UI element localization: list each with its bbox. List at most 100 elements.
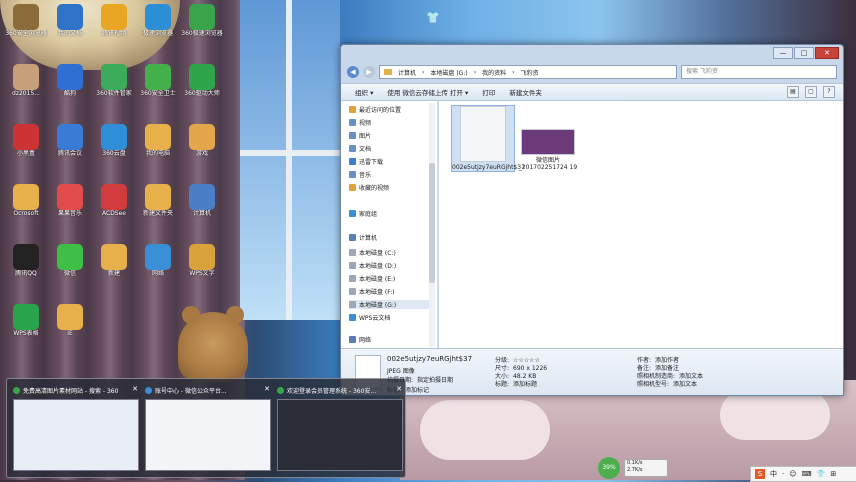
desktop-icon[interactable]: 网络 <box>136 244 180 290</box>
desktop-icon[interactable]: 360驱动大师 <box>180 64 224 110</box>
breadcrumb-current[interactable]: 飞豹资 <box>521 68 539 77</box>
desktop-icon[interactable]: 我的电脑 <box>136 124 180 170</box>
desktop-icon[interactable]: 极速浏览器 <box>136 4 180 50</box>
ime-item[interactable]: S <box>755 469 765 479</box>
nav-item-label: 家庭组 <box>359 211 378 218</box>
preview-title: 免费高清图片素材网站 - 搜索 - 360 <box>13 385 139 395</box>
nav-item[interactable]: 本地磁盘 (E:) <box>349 274 395 283</box>
taskbar-preview-card[interactable]: 免费高清图片素材网站 - 搜索 - 360 ✕ <box>13 385 139 471</box>
nav-item[interactable]: 文档 <box>349 144 371 153</box>
help-icon[interactable]: ? <box>823 86 835 98</box>
nav-item[interactable]: 迅雷下载 <box>349 157 383 166</box>
desktop-icon[interactable]: 腾讯视频 <box>92 4 136 50</box>
desktop-icon[interactable]: 360安全浏览器 <box>4 4 48 50</box>
ime-item[interactable]: ☺ <box>789 470 796 478</box>
desktop-icon[interactable]: 果果音乐 <box>48 184 92 230</box>
nav-scrollbar[interactable] <box>429 103 435 347</box>
desktop-icon[interactable]: Ocrosoft <box>4 184 48 230</box>
nav-item[interactable]: 本地磁盘 (G:) <box>349 300 429 309</box>
system-monitor[interactable]: 39% 0.1K/s 2.7K/s <box>594 456 674 479</box>
details-value[interactable]: 指定拍摄日期 <box>417 377 453 384</box>
app-icon <box>189 124 215 150</box>
nav-item[interactable]: WPS云文档 <box>349 313 390 322</box>
memory-gauge[interactable]: 39% <box>598 457 620 479</box>
details-value[interactable]: 添加文本 <box>673 381 697 388</box>
ime-item[interactable]: 中 <box>770 469 777 479</box>
desktop-icon[interactable]: 游戏 <box>180 124 224 170</box>
nav-item[interactable]: 计算机 <box>349 233 377 242</box>
back-button[interactable]: ◀ <box>347 66 359 78</box>
nav-item[interactable]: 视频 <box>349 118 371 127</box>
ime-item[interactable]: · <box>782 470 784 478</box>
desktop-icon[interactable]: 计算机 <box>180 184 224 230</box>
breadcrumb-drive[interactable]: 本地磁盘 (G:) <box>430 68 467 77</box>
desktop-icon[interactable]: 360安全卫士 <box>136 64 180 110</box>
nav-item[interactable]: 网络 <box>349 335 371 344</box>
close-icon[interactable]: ✕ <box>395 385 403 393</box>
nav-item[interactable]: 家庭组 <box>349 209 377 218</box>
nav-item[interactable]: 最近访问的位置 <box>349 105 401 114</box>
desktop-icon[interactable]: 360极速浏览器 <box>180 4 224 50</box>
desktop-icon[interactable]: WPS文字 <box>180 244 224 290</box>
breadcrumb-computer[interactable]: 计算机 <box>398 68 416 77</box>
nav-item[interactable]: 本地磁盘 (D:) <box>349 261 396 270</box>
desktop-icon[interactable]: 360软件管家 <box>92 64 136 110</box>
nav-item[interactable]: 音乐 <box>349 170 371 179</box>
nav-item-label: 网络 <box>359 337 372 344</box>
desktop-icon[interactable]: 360云盘 <box>92 124 136 170</box>
app-icon <box>13 304 39 330</box>
close-icon[interactable]: ✕ <box>131 385 139 393</box>
desktop-icon[interactable]: IE <box>48 304 92 350</box>
desktop-icon[interactable]: 酷狗 <box>48 64 92 110</box>
forward-button[interactable]: ▶ <box>363 66 375 78</box>
app-icon <box>145 4 171 30</box>
desktop-icon-label: 我的文档 <box>57 30 82 37</box>
nav-item[interactable]: 本地磁盘 (F:) <box>349 287 395 296</box>
file-item[interactable]: 002e5utjzy7euRGjht$37 <box>451 105 525 172</box>
details-value[interactable]: 添加标记 <box>405 387 429 394</box>
desktop-icon[interactable]: 新建文件夹 <box>136 184 180 230</box>
desktop-icon[interactable]: 新建 <box>92 244 136 290</box>
desktop-icon[interactable]: 小黑盒 <box>4 124 48 170</box>
desktop-icon[interactable]: 我的文档 <box>48 4 92 50</box>
breadcrumb-folder[interactable]: 我的资料 <box>482 68 506 77</box>
ime-item[interactable]: ⌨ <box>802 470 812 478</box>
file-thumbnail <box>521 129 575 155</box>
print-button[interactable]: 打印 <box>482 87 495 97</box>
desktop-icon[interactable]: 腾讯会议 <box>48 124 92 170</box>
minimize-button[interactable]: — <box>773 47 793 59</box>
new-folder-button[interactable]: 新建文件夹 <box>509 87 542 97</box>
organize-button[interactable]: 组织 ▾ <box>355 87 373 97</box>
open-with-button[interactable]: 使用 微信云存储上传 打开 ▾ <box>387 87 468 97</box>
file-item[interactable]: 微信图片_201702251724 19 <box>517 129 579 171</box>
app-icon <box>13 64 39 90</box>
preview-image[interactable] <box>277 399 403 471</box>
details-value[interactable]: 添加标题 <box>513 381 537 388</box>
view-options-icon[interactable]: ▤ <box>787 86 799 98</box>
desktop-icon-label: 360云盘 <box>102 150 126 157</box>
nav-item[interactable]: 本地磁盘 (C:) <box>349 248 396 257</box>
app-icon <box>57 64 83 90</box>
preview-pane-icon[interactable]: ▢ <box>805 86 817 98</box>
app-icon <box>189 184 215 210</box>
desktop-icon[interactable]: WPS表格 <box>4 304 48 350</box>
desktop-icon[interactable]: 腾讯QQ <box>4 244 48 290</box>
close-icon[interactable]: ✕ <box>263 385 271 393</box>
preview-image[interactable] <box>13 399 139 471</box>
ime-item[interactable]: 👕 <box>817 470 826 478</box>
close-button[interactable]: ✕ <box>815 47 839 59</box>
address-bar[interactable]: 计算机 › 本地磁盘 (G:) › 我的资料 › 飞豹资 <box>379 65 677 79</box>
taskbar-preview-card[interactable]: 账号中心 - 微信公众平台... ✕ <box>145 385 271 471</box>
desktop-icon[interactable]: ACDSee <box>92 184 136 230</box>
maximize-button[interactable]: □ <box>794 47 814 59</box>
taskbar-preview-card[interactable]: 欢迎登录会员管理系统 - 360安... ✕ <box>277 385 403 471</box>
preview-image[interactable] <box>145 399 271 471</box>
desktop-icon[interactable]: dz2015... <box>4 64 48 110</box>
file-thumbnail <box>460 106 506 162</box>
desktop-icon[interactable]: 微信 <box>48 244 92 290</box>
search-input[interactable]: 搜索 飞豹资 <box>681 65 837 79</box>
nav-item[interactable]: 图片 <box>349 131 371 140</box>
details-label: 标题: <box>495 381 510 388</box>
nav-item[interactable]: 收藏的视频 <box>349 183 389 192</box>
ime-item[interactable]: ⊞ <box>830 470 836 478</box>
